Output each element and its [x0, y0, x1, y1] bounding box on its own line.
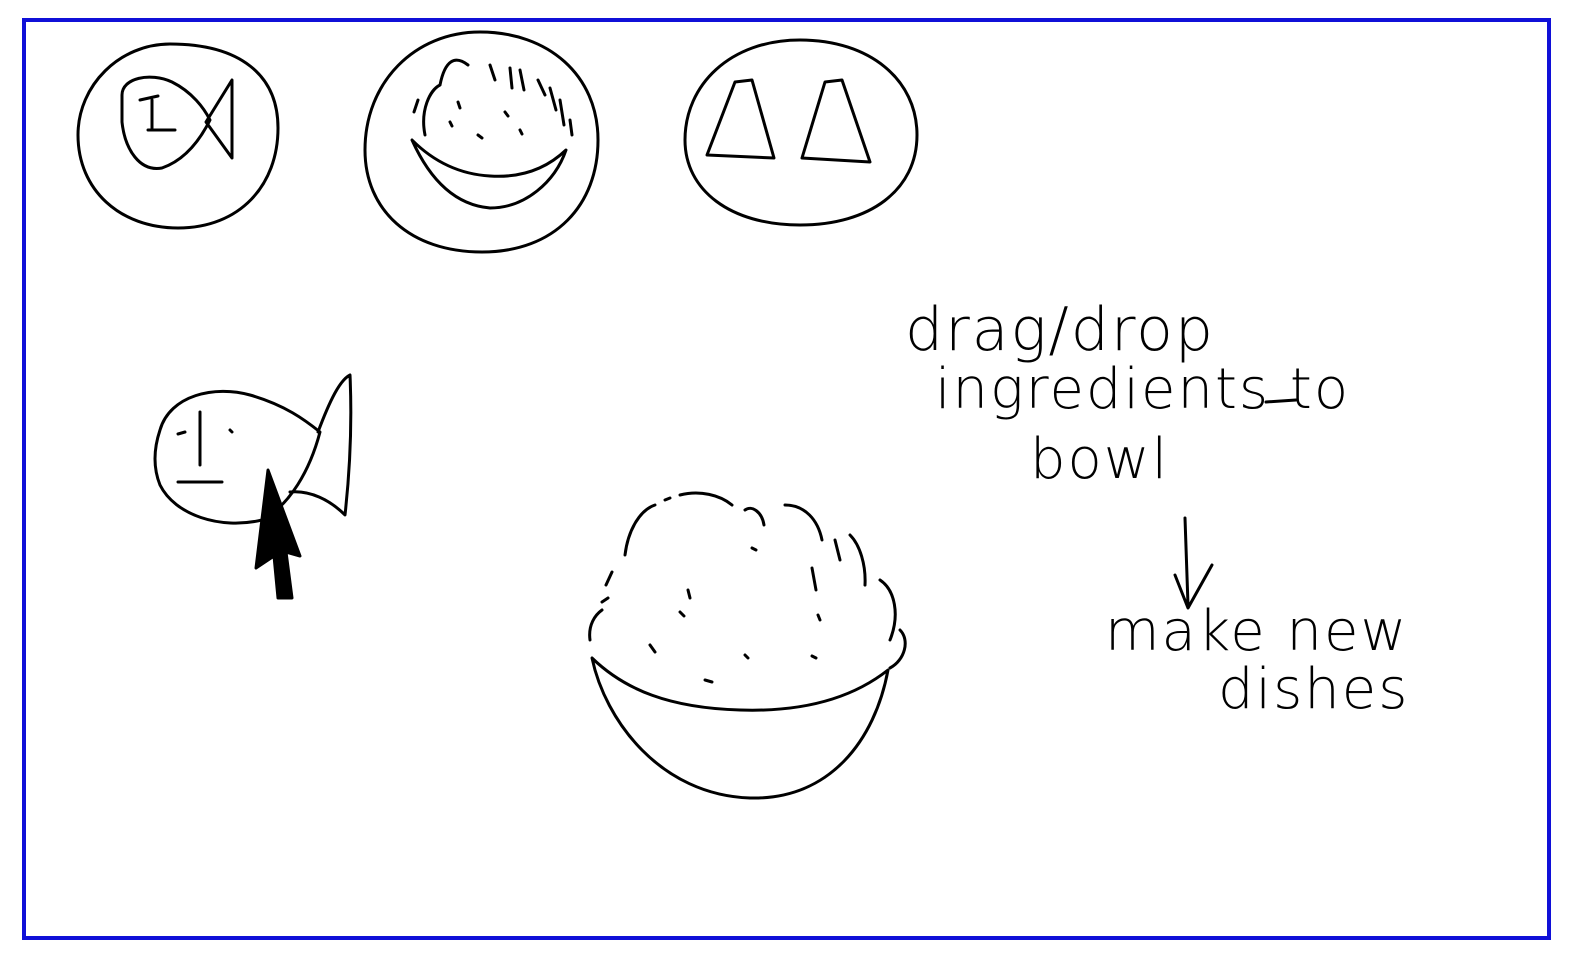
rice-bowl-icon [410, 58, 574, 210]
fish-icon [120, 75, 234, 170]
salt-pepper-shakers-icon [705, 78, 872, 164]
instruction-line-2: ingredients to [935, 357, 1351, 422]
result-line-1: make new [1105, 599, 1409, 664]
dragged-fish[interactable] [153, 373, 353, 600]
instruction-line-1: drag/drop [905, 295, 1215, 365]
ingredient-rice-button[interactable] [363, 30, 600, 254]
sketch-canvas [76, 30, 1298, 800]
plate-outline [363, 30, 600, 254]
ingredient-fish-button[interactable] [76, 42, 280, 230]
target-bowl[interactable] [588, 491, 907, 800]
fish-icon [153, 373, 353, 525]
instruction-line-3: bowl [1030, 427, 1170, 492]
ingredient-seasoning-button[interactable] [683, 38, 919, 227]
rice-bowl-icon [588, 491, 907, 800]
plate-outline [683, 38, 919, 227]
result-line-2: dishes [1218, 657, 1410, 722]
plate-outline [76, 42, 280, 230]
flow-arrow-down-icon [1173, 516, 1214, 610]
